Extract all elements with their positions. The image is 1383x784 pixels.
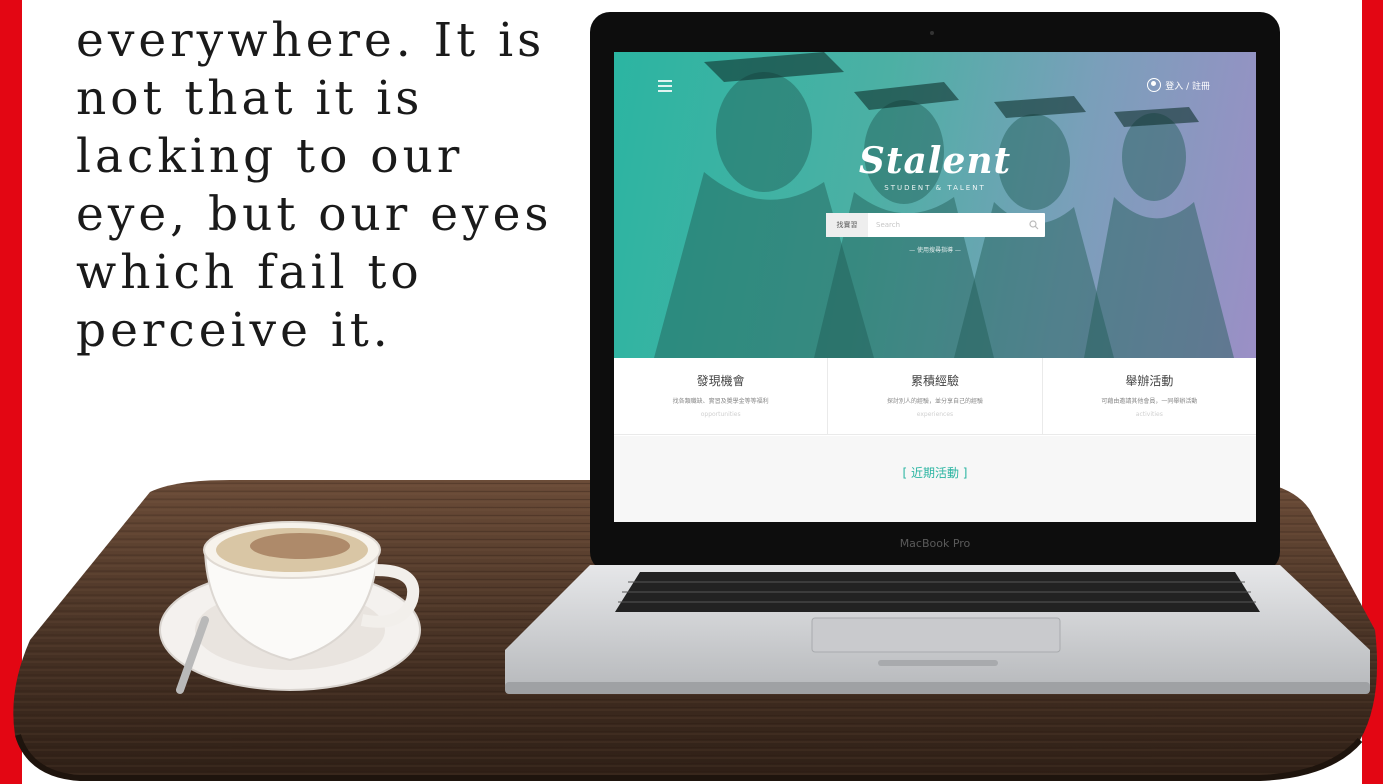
search-input[interactable] <box>868 213 1029 237</box>
feature-activities[interactable]: 舉辦活動 可藉由邀請其他會員，一同舉辦活動 activities <box>1043 358 1256 434</box>
site-logo[interactable]: Stalent <box>614 140 1256 182</box>
laptop-brand-label: MacBook Pro <box>899 537 971 550</box>
feature-desc: 探討別人的經驗，並分享自己的經驗 <box>886 398 983 405</box>
feature-title: 發現機會 <box>696 374 745 388</box>
features-row: 發現機會 找各類職缺、實習及獎學金等等福利 opportunities 累積經驗… <box>614 358 1256 435</box>
feature-en: activities <box>1135 411 1163 418</box>
hero-section: 登入 / 註冊 Stalent STUDENT & TALENT 找實習 — 使… <box>614 52 1256 358</box>
recent-events-section: [ 近期活動 ] <box>614 436 1256 522</box>
recent-events-title: [ 近期活動 ] <box>902 466 968 480</box>
search-icon[interactable] <box>1029 220 1039 230</box>
feature-en: experiences <box>916 411 954 418</box>
site-tagline: STUDENT & TALENT <box>884 184 986 192</box>
poster: everywhere. It is not that it is lacking… <box>0 0 1383 784</box>
menu-icon[interactable] <box>658 80 672 92</box>
laptop-screen: 登入 / 註冊 Stalent STUDENT & TALENT 找實習 — 使… <box>614 52 1256 522</box>
graduates-photo <box>654 52 1234 358</box>
login-register-label: 登入 / 註冊 <box>1165 81 1210 92</box>
user-icon <box>1147 78 1162 92</box>
search-guide-link[interactable]: — 使用搜尋指導 — <box>614 245 1256 254</box>
feature-experiences[interactable]: 累積經驗 探討別人的經驗，並分享自己的經驗 experiences <box>828 358 1043 434</box>
feature-desc: 找各類職缺、實習及獎學金等等福利 <box>672 398 769 405</box>
coffee-cup <box>159 521 421 694</box>
login-register-link[interactable]: 登入 / 註冊 <box>1147 78 1210 92</box>
feature-desc: 可藉由邀請其他會員，一同舉辦活動 <box>1101 398 1198 405</box>
search-bar: 找實習 <box>826 213 1045 237</box>
search-category-select[interactable]: 找實習 <box>826 213 868 237</box>
feature-title: 舉辦活動 <box>1125 374 1174 388</box>
feature-en: opportunities <box>700 411 741 418</box>
feature-opportunities[interactable]: 發現機會 找各類職缺、實習及獎學金等等福利 opportunities <box>614 358 829 434</box>
feature-title: 累積經驗 <box>910 374 959 388</box>
